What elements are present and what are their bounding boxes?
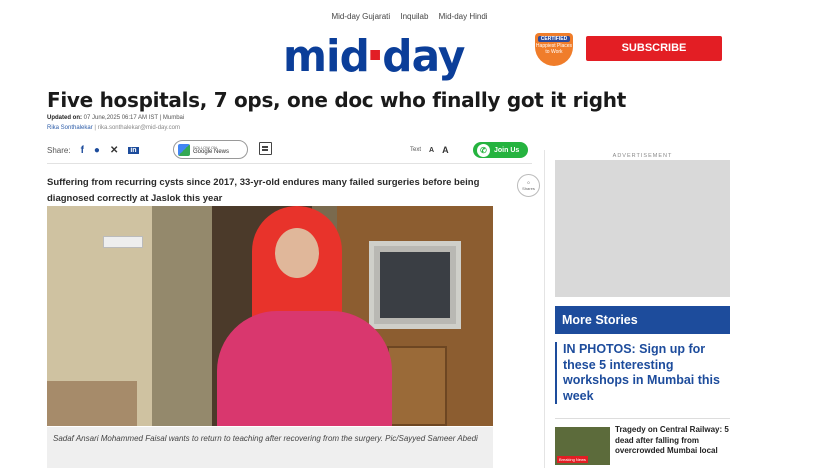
google-news-label: Google News xyxy=(193,148,230,155)
whatsapp-icon[interactable]: ● xyxy=(94,145,100,156)
logo-dot xyxy=(370,50,381,60)
article-summary: Suffering from recurring cysts since 201… xyxy=(47,177,480,204)
site-logo[interactable]: mid day xyxy=(283,32,501,86)
location: Mumbai xyxy=(162,115,185,121)
updated-label: Updated on: xyxy=(47,115,82,121)
text-size-decrease-button[interactable]: A xyxy=(429,147,434,154)
column-divider xyxy=(544,150,545,468)
divider xyxy=(47,163,532,164)
certified-label: CERTIFIED xyxy=(538,36,570,42)
updated-line: Updated on: 07 June,2025 06:17 AM IST | … xyxy=(47,115,185,121)
article-headline: Five hospitals, 7 ops, one doc who final… xyxy=(47,88,627,112)
join-us-button[interactable]: ✆ Join Us xyxy=(473,142,528,158)
text-size-label: Text xyxy=(410,147,422,153)
logo-part-day: day xyxy=(382,31,465,82)
author-name[interactable]: Rika Sonthalekar xyxy=(47,125,93,131)
story-thumbnail[interactable]: Breaking News xyxy=(555,427,610,465)
facebook-icon[interactable]: f xyxy=(81,145,84,156)
logo-part-mid: mid xyxy=(283,31,370,82)
whatsapp-icon: ✆ xyxy=(477,143,490,157)
share-bar: Share: f ● ✕ in xyxy=(47,142,139,158)
top-nav: Mid-day Gujarati Inquilab Mid-day Hindi xyxy=(0,12,819,21)
join-us-label: Join Us xyxy=(494,146,520,154)
more-stories-header: More Stories xyxy=(555,306,730,334)
author-email[interactable]: rika.sonthalekar@mid-day.com xyxy=(98,125,180,131)
google-news-button[interactable]: FOLLOW ON Google News xyxy=(173,140,248,159)
certified-text: Happiest Places to Work xyxy=(535,43,573,55)
breaking-news-badge: Breaking News xyxy=(557,456,588,463)
x-icon[interactable]: ✕ xyxy=(110,145,118,156)
shares-label: Shares xyxy=(522,186,535,191)
bookmark-icon[interactable] xyxy=(259,142,272,155)
nav-link-hindi[interactable]: Mid-day Hindi xyxy=(439,12,488,21)
more-stories-item[interactable]: IN PHOTOS: Sign up for these 5 interesti… xyxy=(555,342,730,404)
article-photo xyxy=(47,206,493,426)
divider xyxy=(555,418,730,419)
subscribe-button[interactable]: SUBSCRIBE xyxy=(586,36,722,61)
author-line: Rika Sonthalekar | rika.sonthalekar@mid-… xyxy=(47,125,180,131)
google-news-icon xyxy=(178,143,190,156)
certified-badge: CERTIFIED Happiest Places to Work xyxy=(535,33,573,66)
shares-counter[interactable]: 0 Shares xyxy=(517,174,540,197)
text-size-increase-button[interactable]: A xyxy=(442,145,449,155)
updated-value: 07 June,2025 06:17 AM IST xyxy=(83,115,158,121)
nav-link-inquilab[interactable]: Inquilab xyxy=(400,12,428,21)
share-label: Share: xyxy=(47,145,71,155)
more-stories-item[interactable]: Tragedy on Central Railway: 5 dead after… xyxy=(615,425,733,457)
advertisement-slot[interactable] xyxy=(555,160,730,297)
nav-link-gujarati[interactable]: Mid-day Gujarati xyxy=(331,12,390,21)
text-size-controls: Text A A xyxy=(410,145,449,155)
photo-caption: Sadaf Ansari Mohammed Faisal wants to re… xyxy=(47,427,493,468)
advertisement-label: ADVERTISEMENT xyxy=(612,153,673,159)
linkedin-icon[interactable]: in xyxy=(128,146,139,154)
